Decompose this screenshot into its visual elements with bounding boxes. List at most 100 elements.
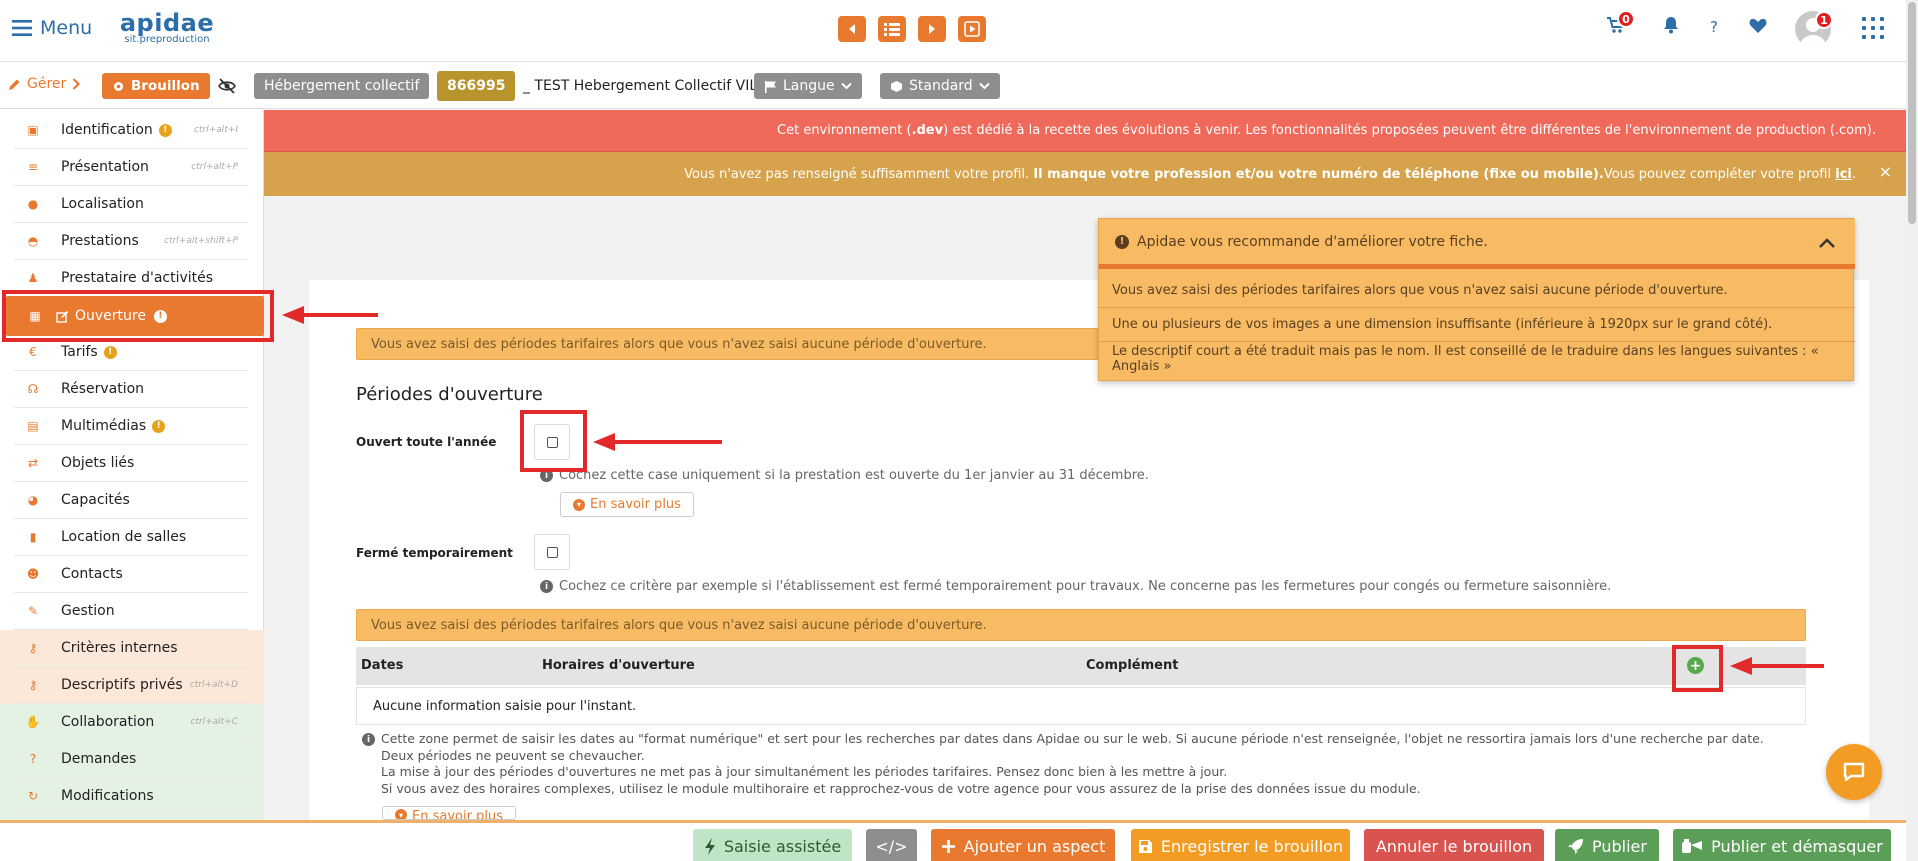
add-aspect-button[interactable]: Ajouter un aspect — [931, 829, 1115, 861]
chat-button[interactable] — [1826, 744, 1882, 800]
id-card-icon: ▣ — [27, 123, 39, 137]
gerer-label: Gérer — [27, 76, 67, 92]
recommendations-header[interactable]: ! Apidae vous recommande d'améliorer vot… — [1099, 219, 1855, 269]
sidebar-item-multimedias[interactable]: ▤ Multimédias! — [14, 408, 248, 445]
cart[interactable]: 0 — [1606, 10, 1635, 40]
button-label: Saisie assistée — [723, 836, 842, 856]
logo-sub: sit.preproduction — [124, 34, 210, 45]
button-label: Publier et démasquer — [1711, 836, 1883, 856]
publish-unmask-button[interactable]: Publier et démasquer — [1673, 829, 1891, 861]
sidebar-item-criteres-internes[interactable]: ⚷ Critères internes — [14, 630, 248, 667]
code-button[interactable]: </> — [866, 829, 917, 861]
save-draft-button[interactable]: Enregistrer le brouillon — [1131, 829, 1350, 861]
standard-dropdown[interactable]: Standard — [880, 73, 1000, 99]
note-line: Cette zone permet de saisir les dates au… — [381, 731, 1764, 746]
scrollbar-thumb[interactable] — [1908, 2, 1916, 224]
learn-more-button-2[interactable]: ▾ En savoir plus — [382, 806, 516, 820]
sidebar-item-label: Présentation — [61, 159, 149, 175]
recommendation-item[interactable]: Une ou plusieurs de vos images a une dim… — [1099, 308, 1855, 342]
learn-more-button[interactable]: ▾ En savoir plus — [560, 492, 694, 517]
flag-icon — [765, 80, 776, 93]
status-badge[interactable]: Brouillon — [102, 73, 210, 99]
warning-badge: ! — [152, 419, 166, 433]
sidebar-item-collaboration[interactable]: ✋ Collaboration ctrl+alt+C — [14, 704, 248, 741]
annotation-box-add-button — [1672, 645, 1723, 692]
chevron-up-icon[interactable] — [1819, 235, 1835, 251]
profile-link[interactable]: ici — [1835, 167, 1852, 182]
publish-button[interactable]: Publier — [1555, 829, 1659, 861]
alert-text: ) est dédié à la recette des évolutions … — [943, 123, 1876, 138]
type-badge: Hébergement collectif — [254, 73, 430, 99]
annotation-box-checkbox — [520, 410, 587, 472]
chevron-right-icon — [73, 78, 81, 90]
annotation-arrow-icon — [282, 306, 378, 324]
sidebar-item-reservation[interactable]: ☊ Réservation — [14, 371, 248, 408]
sidebar: ▣ Identification! ctrl+alt+I ≡ Présentat… — [0, 110, 264, 824]
favorites[interactable] — [1749, 18, 1767, 42]
periods-table-header: Dates Horaires d'ouverture Complément — [356, 647, 1806, 685]
apidae-logo[interactable]: apidae sit.preproduction — [117, 9, 217, 46]
sidebar-item-location-salles[interactable]: ▮ Location de salles — [14, 519, 248, 556]
gear-icon — [114, 81, 123, 91]
sidebar-item-gestion[interactable]: ✎ Gestion — [14, 593, 248, 630]
help-button[interactable]: ? — [1710, 18, 1718, 42]
bolt-icon — [704, 837, 715, 855]
gauge-icon: ◕ — [27, 493, 39, 507]
warning-badge: ! — [158, 123, 172, 137]
gerer-breadcrumb[interactable]: Gérer — [8, 76, 81, 92]
sidebar-item-identification[interactable]: ▣ Identification! ctrl+alt+I — [14, 112, 248, 149]
play-button[interactable] — [958, 16, 986, 42]
cancel-draft-button[interactable]: Annuler le brouillon — [1364, 829, 1544, 861]
object-id-badge: 866995 — [437, 71, 516, 101]
annotation-arrow-icon — [593, 433, 722, 451]
sidebar-item-label: Identification — [61, 122, 153, 138]
page-scrollbar[interactable] — [1906, 0, 1918, 861]
close-icon[interactable]: × — [1879, 162, 1892, 181]
assisted-entry-button[interactable]: Saisie assistée — [693, 829, 852, 861]
sidebar-item-modifications[interactable]: ↻ Modifications — [14, 778, 248, 815]
sidebar-item-label: Location de salles — [61, 529, 187, 545]
periods-notes: Cette zone permet de saisir les dates au… — [381, 731, 1764, 797]
alert-bold: .dev — [911, 123, 944, 138]
annotation-arrow-icon — [1730, 657, 1824, 675]
bell-icon — [1664, 17, 1678, 34]
previous-button[interactable] — [838, 16, 866, 42]
apps-grid-icon[interactable] — [1862, 17, 1884, 39]
learn-more-label: En savoir plus — [590, 497, 681, 512]
sidebar-item-localisation[interactable]: ● Localisation — [14, 186, 248, 223]
bell-service-icon: ◓ — [27, 234, 39, 248]
recommendation-item[interactable]: Le descriptif court a été traduit mais p… — [1099, 342, 1855, 376]
spray-icon — [1682, 839, 1703, 853]
notifications[interactable] — [1663, 16, 1679, 40]
logo-name: apidae — [119, 9, 215, 37]
list-button[interactable] — [878, 16, 906, 42]
button-label: Ajouter un aspect — [963, 836, 1106, 856]
eye-slash-icon[interactable] — [218, 78, 236, 98]
section-title: Périodes d'ouverture — [356, 384, 543, 405]
handshake-icon: ✋ — [25, 715, 41, 729]
langue-dropdown[interactable]: Langue — [754, 73, 862, 99]
sidebar-item-label: Tarifs — [61, 344, 98, 360]
bookmark-icon: ▮ — [29, 530, 37, 544]
save-icon — [1138, 839, 1152, 853]
bottom-action-bar: Saisie assistée </> Ajouter un aspect En… — [0, 820, 1906, 861]
sync-icon: ↻ — [27, 789, 39, 803]
note-line: Si vous avez des horaires complexes, uti… — [381, 780, 1421, 796]
hamburger-icon — [12, 20, 32, 36]
alert-text: Vous n'avez pas renseigné suffisamment v… — [684, 166, 1030, 182]
sidebar-item-objets-lies[interactable]: ⇄ Objets liés — [14, 445, 248, 482]
caret-right-icon — [929, 24, 935, 34]
closed-temporarily-checkbox[interactable] — [534, 534, 570, 570]
recommendation-item[interactable]: Vous avez saisi des périodes tarifaires … — [1099, 274, 1855, 308]
sidebar-item-demandes[interactable]: ? Demandes — [14, 741, 248, 778]
chevron-down-icon — [978, 82, 990, 90]
sidebar-item-capacites[interactable]: ◕ Capacités — [14, 482, 248, 519]
next-button[interactable] — [918, 16, 946, 42]
menu-button[interactable]: Menu — [12, 14, 92, 42]
sidebar-item-descriptifs-prives[interactable]: ⚷ Descriptifs privés ctrl+alt+D — [14, 667, 248, 704]
shortcut-hint: ctrl+alt+D — [189, 680, 238, 690]
sidebar-item-contacts[interactable]: ☻ Contacts — [14, 556, 248, 593]
images-icon: ▤ — [27, 419, 39, 433]
sidebar-item-presentation[interactable]: ≡ Présentation ctrl+alt+P — [14, 149, 248, 186]
sidebar-item-prestations[interactable]: ◓ Prestations ctrl+alt+shift+P — [14, 223, 248, 260]
